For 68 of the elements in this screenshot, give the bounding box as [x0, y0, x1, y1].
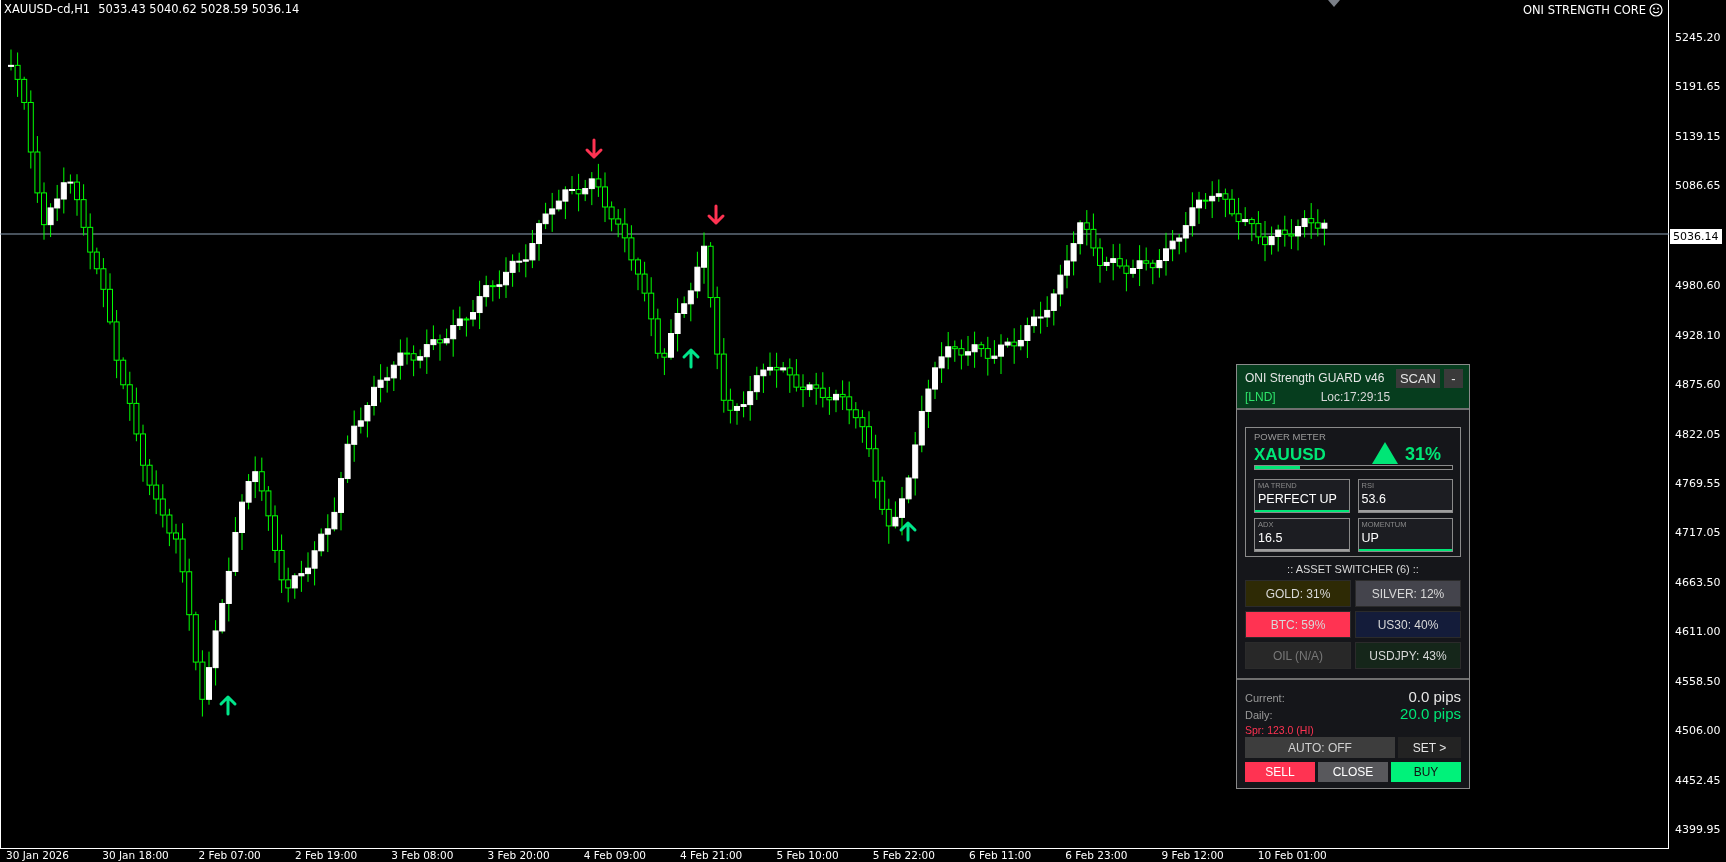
- asset-button[interactable]: GOLD: 31%: [1245, 580, 1351, 607]
- stat-label: Current:: [1245, 692, 1285, 704]
- up-arrow-icon: [219, 695, 237, 716]
- time-tick-label: 2 Feb 19:00: [294, 849, 359, 862]
- time-tick-label: 6 Feb 11:00: [968, 849, 1033, 862]
- shift-marker-icon: [1328, 0, 1340, 7]
- asset-button[interactable]: USDJPY: 43%: [1355, 642, 1461, 669]
- price-tick-label: 5086.65: [1675, 179, 1722, 194]
- time-tick-label: 30 Jan 18:00: [102, 849, 170, 862]
- minimize-button[interactable]: -: [1444, 369, 1463, 388]
- chart-symbol: XAUUSD-cd,H1: [4, 2, 91, 16]
- time-tick-label: 2 Feb 07:00: [198, 849, 262, 862]
- stat-label: Daily:: [1245, 709, 1273, 721]
- price-tick-label: 4928.10: [1675, 328, 1722, 343]
- time-tick-label: 3 Feb 08:00: [391, 849, 455, 862]
- asset-switcher-title: :: ASSET SWITCHER (6) ::: [1286, 563, 1420, 575]
- price-tick-label: 4452.45: [1675, 773, 1722, 788]
- price-tick-label: 4399.95: [1675, 823, 1722, 837]
- price-tick-label: 5191.65: [1675, 80, 1722, 95]
- time-tick-label: 4 Feb 09:00: [583, 849, 647, 862]
- time-tick-label: 5 Feb 10:00: [776, 849, 840, 862]
- time-tick-label: 3 Feb 20:00: [487, 849, 551, 862]
- indicator-name: ONI STRENGTH CORE: [1522, 3, 1646, 17]
- price-tick-label: 5245.20: [1675, 31, 1722, 45]
- indicator-value: PERFECT UP: [1257, 491, 1338, 508]
- buy-button[interactable]: BUY: [1391, 762, 1461, 782]
- up-arrow-icon: [682, 348, 700, 369]
- smiley-icon: [1649, 3, 1663, 17]
- indicator-value: 16.5: [1257, 530, 1284, 547]
- current-price-label: 5036.14: [1670, 228, 1722, 244]
- spread-warning: Spr: 123.0 (HI): [1245, 724, 1315, 736]
- strength-percent: 31%: [1404, 444, 1441, 464]
- sell-button[interactable]: SELL: [1245, 762, 1315, 782]
- price-tick-label: 4875.60: [1675, 378, 1722, 393]
- price-tick-label: 4980.60: [1675, 279, 1722, 294]
- symbol-name: XAUUSD: [1254, 445, 1326, 464]
- price-tick-label: 5139.15: [1675, 129, 1722, 144]
- power-meter-label: POWER METER: [1254, 431, 1327, 442]
- price-tick-label: 4717.05: [1675, 526, 1722, 541]
- time-tick-label: 5 Feb 22:00: [872, 849, 936, 862]
- ohlc-values: 5033.43 5040.62 5028.59 5036.14: [98, 2, 300, 16]
- indicator-value: 53.6: [1360, 491, 1387, 508]
- price-tick-label: 4769.55: [1675, 476, 1722, 491]
- price-tick-label: 4822.05: [1675, 427, 1722, 442]
- indicator-value: UP: [1360, 530, 1380, 547]
- stat-value: 0.0 pips: [1408, 688, 1461, 705]
- price-tick-label: 4611.00: [1675, 625, 1722, 640]
- stat-value: 20.0 pips: [1400, 705, 1461, 722]
- up-arrow-icon: [899, 521, 917, 542]
- scan-button[interactable]: SCAN: [1395, 369, 1440, 388]
- down-arrow-icon: [707, 204, 725, 225]
- asset-button[interactable]: US30: 40%: [1355, 611, 1461, 638]
- down-arrow-icon: [585, 138, 603, 159]
- time-tick-label: 9 Feb 12:00: [1161, 849, 1225, 862]
- time-tick-label: 10 Feb 01:00: [1257, 849, 1328, 862]
- price-tick-label: 4506.00: [1675, 724, 1722, 739]
- time-tick-label: 30 Jan 2026: [6, 849, 70, 862]
- close-button[interactable]: CLOSE: [1318, 762, 1388, 782]
- asset-button[interactable]: SILVER: 12%: [1355, 580, 1461, 607]
- time-tick-label: 6 Feb 23:00: [1065, 849, 1129, 862]
- settings-button[interactable]: SET >: [1398, 737, 1461, 758]
- session-label: [LND]: [1245, 390, 1276, 404]
- price-tick-label: 4558.50: [1675, 674, 1722, 689]
- price-tick-label: 4663.50: [1675, 575, 1722, 590]
- local-clock: Loc:17:29:15: [1320, 390, 1391, 404]
- auto-button[interactable]: AUTO: OFF: [1245, 737, 1395, 758]
- panel-title: ONI Strength GUARD v46: [1245, 370, 1385, 385]
- time-tick-label: 4 Feb 21:00: [680, 849, 744, 862]
